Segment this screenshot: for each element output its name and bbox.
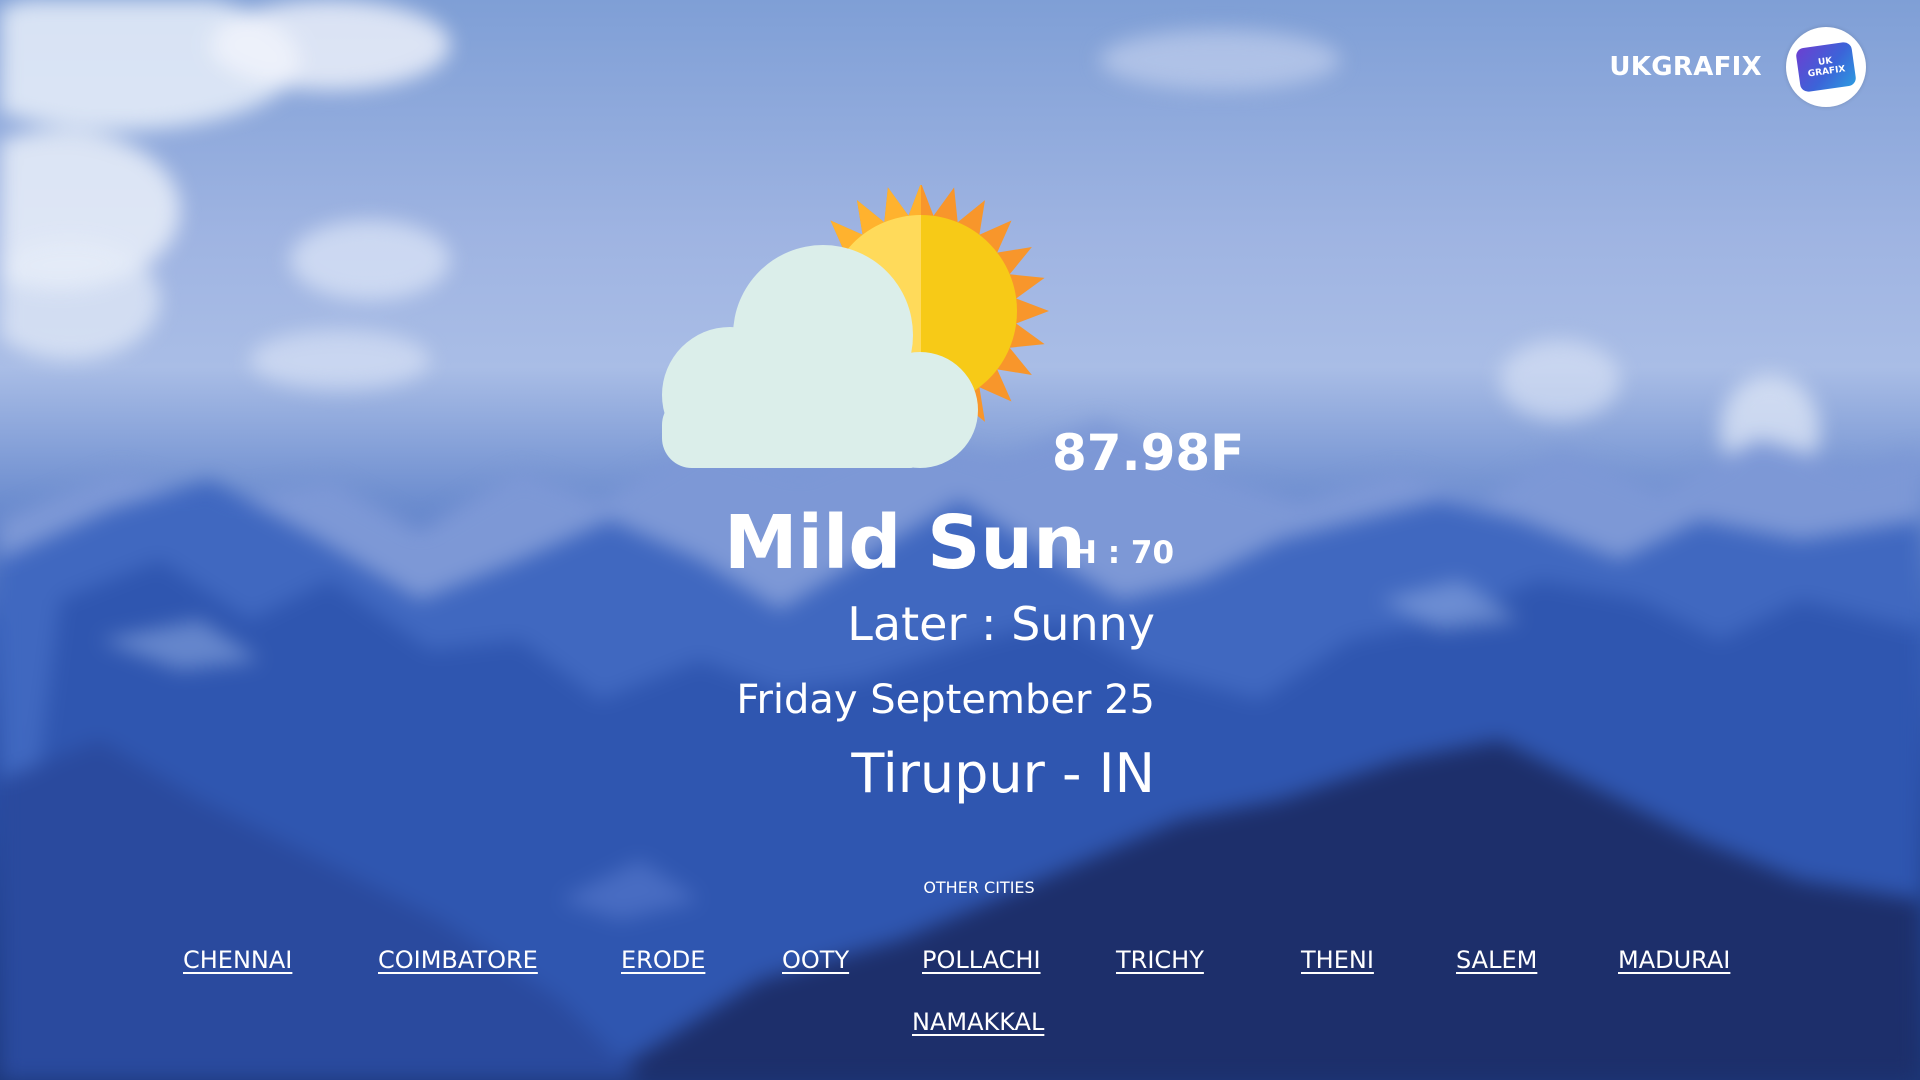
brand-header: UKGRAFIX UK GRAFIX <box>1609 26 1866 108</box>
later-forecast: Later : Sunny <box>847 597 1155 651</box>
city-link-erode[interactable]: ERODE <box>621 946 705 974</box>
city-link-namakkal[interactable]: NAMAKKAL <box>912 1008 1044 1036</box>
brand-logo-text-bottom: GRAFIX <box>1807 64 1847 80</box>
city-link-ooty[interactable]: OOTY <box>782 946 849 974</box>
temperature-value: 87.98F <box>1052 424 1245 482</box>
city-link-salem[interactable]: SALEM <box>1456 946 1537 974</box>
city-link-pollachi[interactable]: POLLACHI <box>922 946 1041 974</box>
current-date: Friday September 25 <box>736 677 1155 723</box>
city-link-theni[interactable]: THENI <box>1301 946 1374 974</box>
partly-sunny-icon <box>655 183 1065 475</box>
city-link-coimbatore[interactable]: COIMBATORE <box>378 946 538 974</box>
weather-condition: Mild Sun <box>724 500 1086 586</box>
location-name: Tirupur - IN <box>851 742 1155 805</box>
humidity-value: H : 70 <box>1071 535 1175 571</box>
brand-name: UKGRAFIX <box>1609 52 1762 82</box>
city-link-trichy[interactable]: TRICHY <box>1116 946 1204 974</box>
city-link-madurai[interactable]: MADURAI <box>1618 946 1730 974</box>
other-cities-heading: OTHER CITIES <box>923 878 1035 897</box>
brand-logo-badge: UK GRAFIX <box>1795 41 1857 93</box>
city-link-chennai[interactable]: CHENNAI <box>183 946 292 974</box>
brand-logo[interactable]: UK GRAFIX <box>1786 27 1866 107</box>
